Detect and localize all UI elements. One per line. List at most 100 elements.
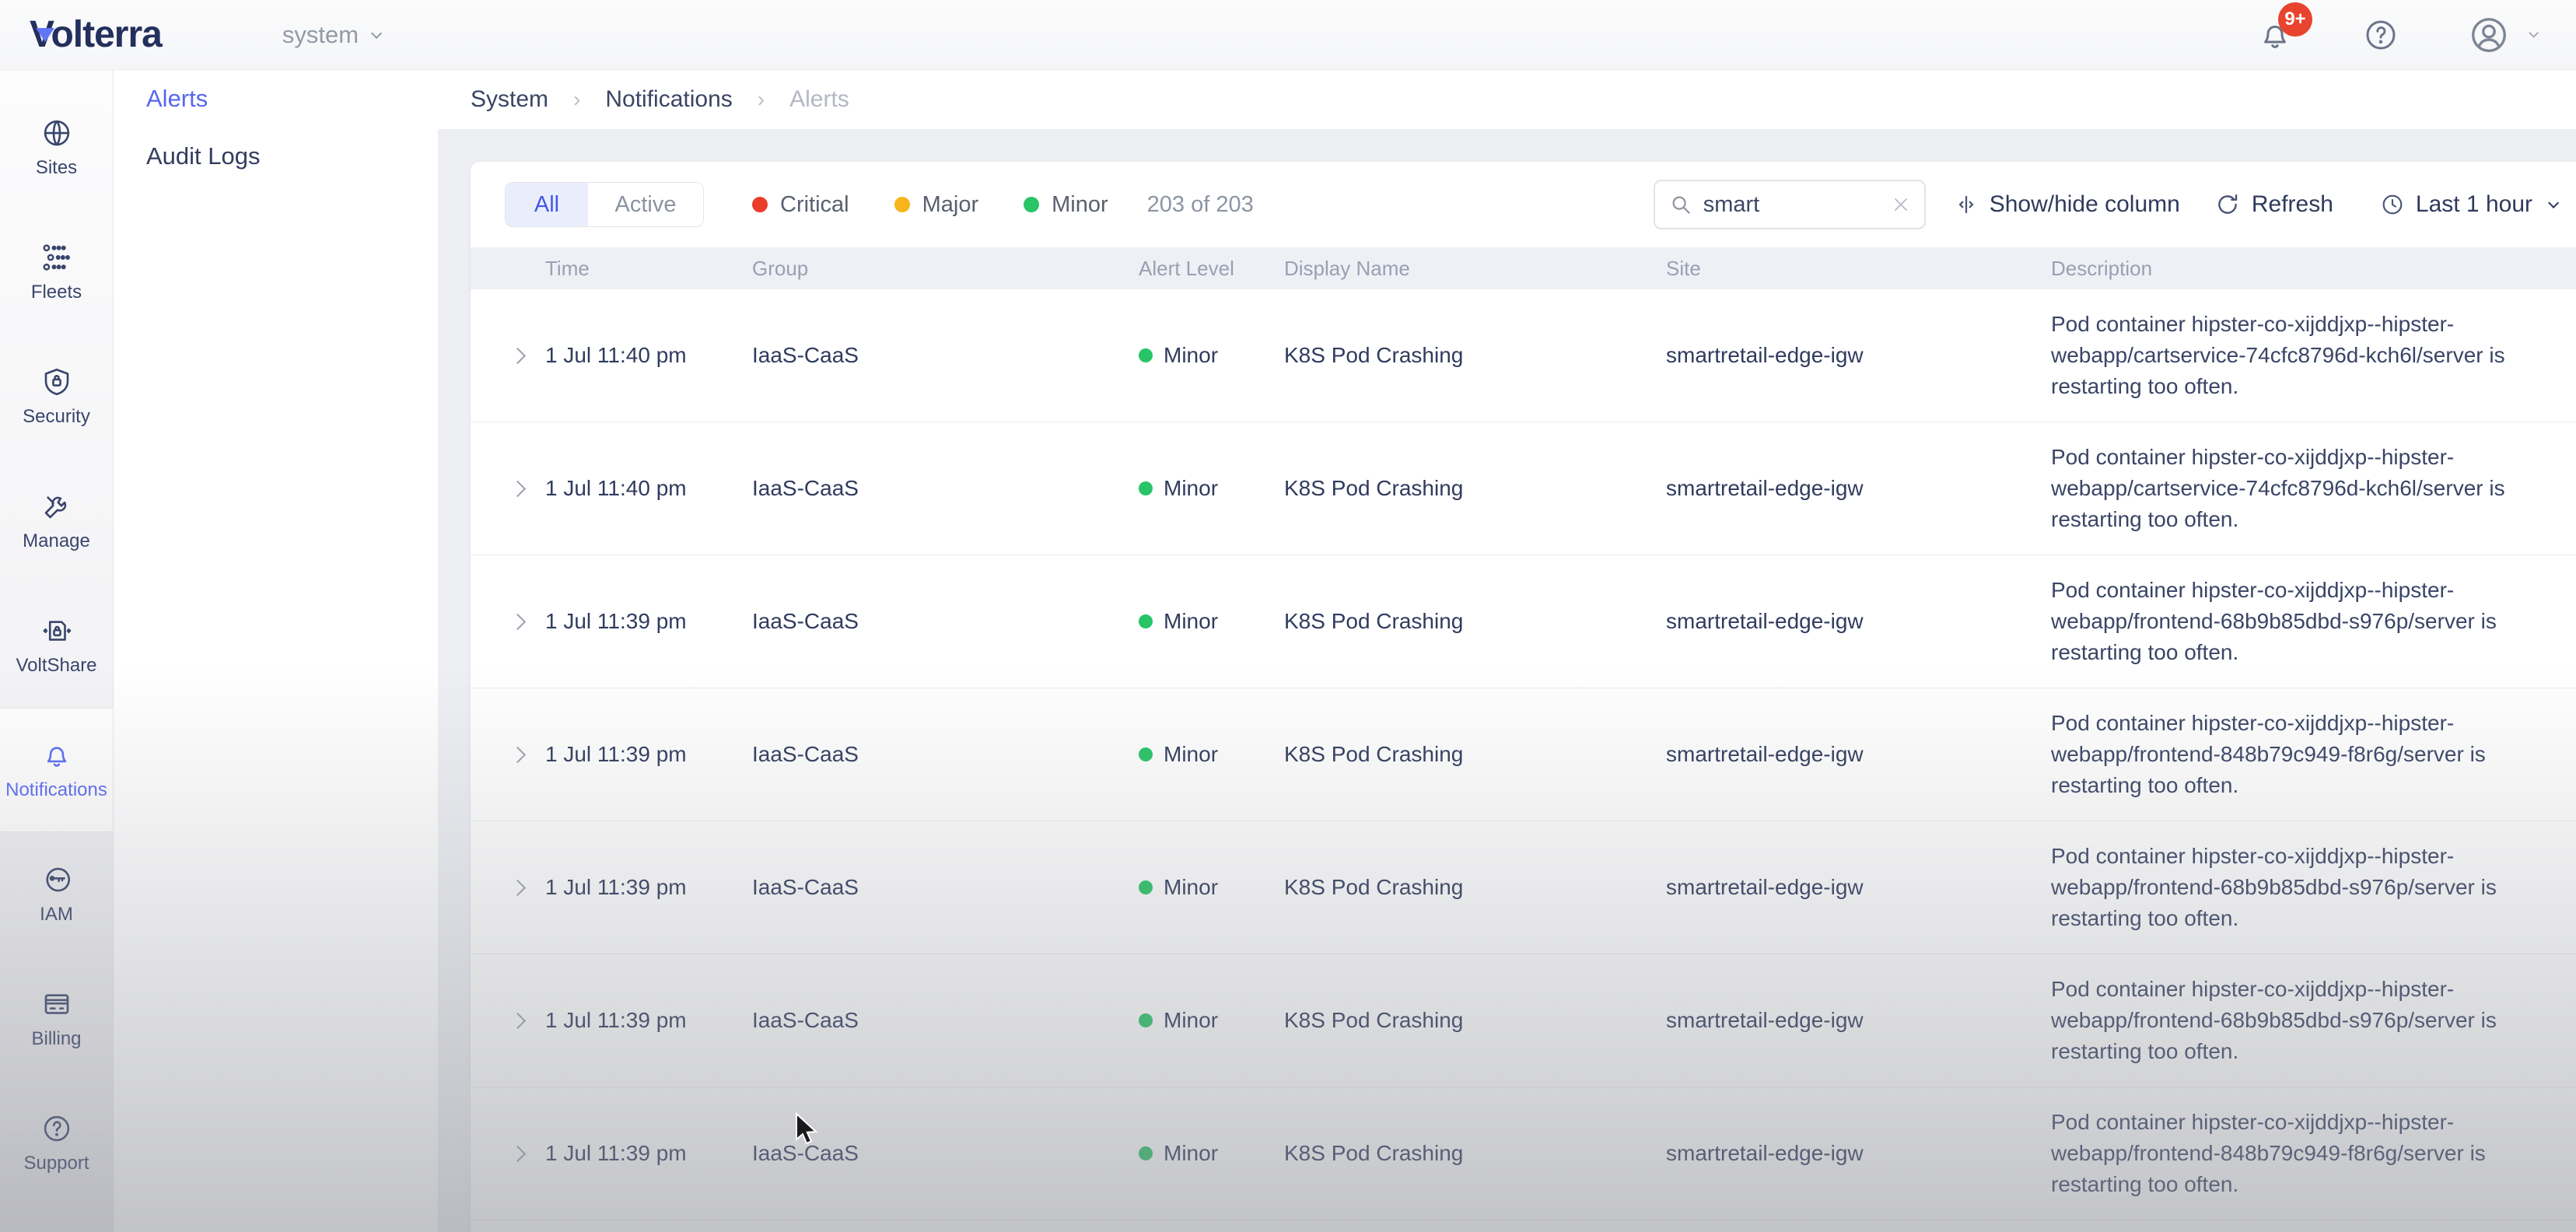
severity-legend: Critical Major Minor [752, 192, 1108, 218]
volterra-logo[interactable]: Volterra [30, 16, 162, 54]
sidebar-item-support[interactable]: Support [0, 1081, 113, 1206]
alerts-toolbar: All Active Critical Major Minor 203 of 2… [471, 162, 2576, 247]
notification-badge: 9+ [2278, 2, 2312, 37]
table-header: Time Group Alert Level Display Name Site… [471, 247, 2576, 289]
alert-site: smartretail-edge-igw [1666, 875, 2051, 900]
notifications-bell-button[interactable]: 9+ [2256, 16, 2294, 54]
tenant-name: system [282, 21, 359, 49]
major-dot-icon [894, 197, 910, 212]
document-lock-icon [40, 614, 73, 647]
chevron-right-icon: › [573, 87, 580, 112]
alert-time: 1 Jul 11:39 pm [545, 1141, 752, 1166]
sidebar-item-label: IAM [40, 904, 73, 926]
alert-site: smartretail-edge-igw [1666, 742, 2051, 767]
col-description: Description [2051, 257, 2576, 281]
help-icon [2362, 16, 2399, 54]
tenant-selector[interactable]: system [282, 21, 379, 49]
subnav-item-alerts[interactable]: Alerts [114, 70, 438, 128]
expand-row-icon[interactable] [509, 480, 526, 496]
alert-row[interactable]: 1 Jul 11:39 pm IaaS-CaaS Minor K8S Pod C… [471, 954, 2576, 1087]
alert-description: Pod container hipster-co-xijddjxp--hipst… [2051, 575, 2555, 668]
breadcrumb: System › Notifications › Alerts [438, 70, 2576, 129]
alert-row[interactable]: 1 Jul 11:39 pm IaaS-CaaS Minor K8S Pod C… [471, 1087, 2576, 1220]
expand-row-icon[interactable] [509, 879, 526, 895]
legend-label: Critical [780, 192, 849, 218]
legend-major[interactable]: Major [894, 192, 979, 218]
sidebar-item-sites[interactable]: Sites [0, 86, 113, 210]
alert-row[interactable]: 1 Jul 11:40 pm IaaS-CaaS Minor K8S Pod C… [471, 289, 2576, 422]
user-menu[interactable] [2468, 14, 2536, 56]
alert-group: IaaS-CaaS [752, 476, 1139, 501]
column-toggle-icon [1954, 192, 1979, 217]
main-content: System › Notifications › Alerts All Acti… [438, 70, 2576, 1232]
alert-site: smartretail-edge-igw [1666, 1141, 2051, 1166]
fleet-dots-icon [40, 241, 73, 274]
alert-level: Minor [1164, 343, 1218, 368]
alert-level-dot-icon [1139, 614, 1153, 628]
subnav-item-label: Audit Logs [146, 142, 261, 170]
clock-icon [2380, 192, 2405, 217]
notifications-subnav: Alerts Audit Logs [114, 70, 438, 1232]
top-bar: Volterra system 9+ [0, 0, 2576, 70]
sidebar-item-label: VoltShare [16, 655, 96, 677]
alert-group: IaaS-CaaS [752, 343, 1139, 368]
sidebar-item-manage[interactable]: Manage [0, 459, 113, 583]
refresh-icon [2214, 191, 2241, 218]
result-count: 203 of 203 [1147, 192, 1254, 218]
alert-row[interactable]: 1 Jul 11:39 pm IaaS-CaaS Minor K8S Pod C… [471, 555, 2576, 688]
col-group: Group [752, 257, 1139, 281]
breadcrumb-notifications[interactable]: Notifications [605, 86, 732, 113]
time-range-value: Last 1 hour [2416, 191, 2532, 218]
expand-row-icon[interactable] [509, 1012, 526, 1028]
sidebar-item-security[interactable]: Security [0, 334, 113, 459]
tab-all[interactable]: All [506, 183, 588, 226]
alert-row[interactable]: 1 Jul 11:39 pm IaaS-CaaS Minor K8S Pod C… [471, 688, 2576, 821]
credit-card-icon [40, 988, 73, 1020]
alert-row[interactable]: 1 Jul 11:39 pm IaaS-CaaS Minor K8S Pod C… [471, 821, 2576, 954]
alert-group: IaaS-CaaS [752, 875, 1139, 900]
alert-level-dot-icon [1139, 348, 1153, 362]
alert-time: 1 Jul 11:40 pm [545, 343, 752, 368]
sidebar-item-billing[interactable]: Billing [0, 957, 113, 1081]
alert-level: Minor [1164, 1008, 1218, 1033]
refresh-button[interactable]: Refresh [2214, 191, 2333, 218]
tools-icon [40, 490, 73, 523]
expand-row-icon[interactable] [509, 746, 526, 762]
sidebar-item-notifications[interactable]: Notifications [0, 708, 113, 832]
alert-level: Minor [1164, 476, 1218, 501]
show-hide-column-button[interactable]: Show/hide column [1954, 191, 2180, 218]
sidebar-item-label: Sites [36, 157, 77, 179]
alert-row[interactable]: 1 Jul 11:40 pm IaaS-CaaS Minor K8S Pod C… [471, 422, 2576, 555]
alert-time: 1 Jul 11:39 pm [545, 875, 752, 900]
alert-description: Pod container hipster-co-xijddjxp--hipst… [2051, 708, 2555, 801]
breadcrumb-alerts: Alerts [789, 86, 849, 113]
logo-triangle-icon [36, 28, 54, 42]
alert-time: 1 Jul 11:40 pm [545, 476, 752, 501]
help-button[interactable] [2362, 16, 2399, 54]
alert-site: smartretail-edge-igw [1666, 1008, 2051, 1033]
refresh-label: Refresh [2252, 191, 2333, 218]
sidebar-item-fleets[interactable]: Fleets [0, 210, 113, 334]
subnav-item-audit-logs[interactable]: Audit Logs [114, 128, 438, 185]
search-input[interactable] [1703, 192, 1890, 218]
legend-minor[interactable]: Minor [1024, 192, 1108, 218]
expand-row-icon[interactable] [509, 613, 526, 629]
clear-search-icon[interactable] [1890, 194, 1912, 215]
expand-row-icon[interactable] [509, 1145, 526, 1161]
alert-display-name: K8S Pod Crashing [1284, 1008, 1666, 1033]
alert-description: Pod container hipster-co-xijddjxp--hipst… [2051, 841, 2555, 934]
sidebar-item-iam[interactable]: IAM [0, 832, 113, 957]
tab-active[interactable]: Active [588, 183, 703, 226]
alert-site: smartretail-edge-igw [1666, 343, 2051, 368]
time-range-select[interactable]: Last 1 hour [2380, 191, 2556, 218]
expand-row-icon[interactable] [509, 347, 526, 363]
sidebar-item-label: Fleets [31, 282, 82, 303]
legend-critical[interactable]: Critical [752, 192, 849, 218]
sidebar-item-label: Notifications [5, 779, 107, 801]
breadcrumb-system[interactable]: System [471, 86, 548, 113]
alert-site: smartretail-edge-igw [1666, 476, 2051, 501]
alert-level-dot-icon [1139, 1013, 1153, 1027]
alert-level-dot-icon [1139, 880, 1153, 894]
alert-time: 1 Jul 11:39 pm [545, 609, 752, 634]
sidebar-item-voltshare[interactable]: VoltShare [0, 583, 113, 708]
